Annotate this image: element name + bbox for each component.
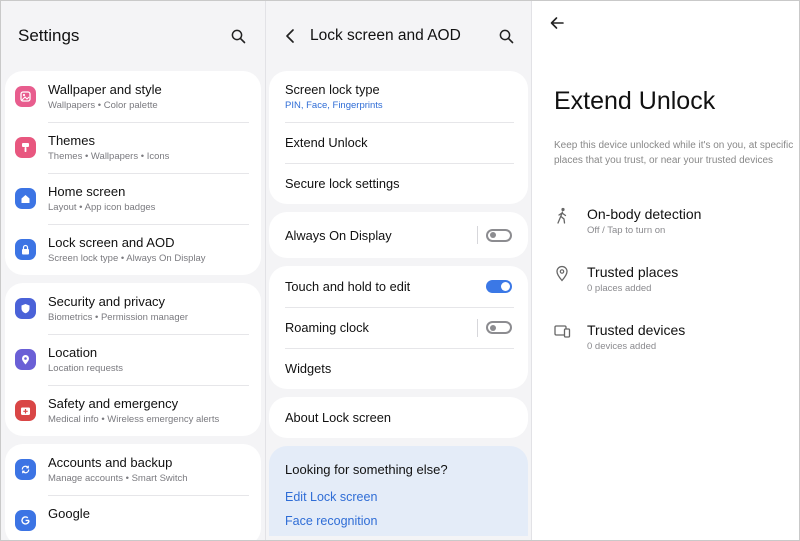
settings-header: Settings bbox=[1, 1, 265, 71]
shield-icon bbox=[15, 298, 36, 319]
settings-item-google[interactable]: Google bbox=[5, 495, 261, 540]
option-title: Trusted places bbox=[587, 264, 679, 280]
customization-card: Touch and hold to edit Roaming clock Wid… bbox=[269, 266, 528, 389]
settings-item-title: Accounts and backup bbox=[48, 455, 173, 470]
settings-item-lock-screen-and-aod[interactable]: Lock screen and AOD Screen lock type • Al… bbox=[5, 224, 261, 275]
row-title: Screen lock type bbox=[285, 82, 380, 97]
lock-screen-panel: Lock screen and AOD Screen lock type PIN… bbox=[266, 1, 532, 540]
aod-card: Always On Display bbox=[269, 212, 528, 258]
location-pin-icon bbox=[552, 263, 572, 294]
settings-item-title: Home screen bbox=[48, 184, 126, 199]
trusted-devices-option[interactable]: Trusted devices 0 devices added bbox=[552, 321, 685, 352]
always-on-display-toggle[interactable] bbox=[486, 228, 512, 242]
sync-icon bbox=[15, 459, 36, 480]
settings-group: Security and privacy Biometrics • Permiss… bbox=[5, 283, 261, 436]
emergency-icon bbox=[15, 400, 36, 421]
location-pin-icon bbox=[15, 349, 36, 370]
row-title: Roaming clock bbox=[285, 320, 369, 335]
row-title: Secure lock settings bbox=[285, 176, 400, 191]
settings-item-title: Themes bbox=[48, 133, 95, 148]
settings-item-subtitle: Location requests bbox=[48, 363, 123, 374]
option-title: Trusted devices bbox=[587, 322, 686, 338]
looking-title: Looking for something else? bbox=[285, 462, 448, 477]
lock-icon bbox=[15, 239, 36, 260]
roaming-clock-toggle[interactable] bbox=[486, 321, 512, 334]
screenshot-frame: Settings Wallpaper and style Wallpapers •… bbox=[0, 0, 800, 541]
edit-lock-screen-link[interactable]: Edit Lock screen bbox=[285, 490, 512, 504]
settings-item-subtitle: Layout • App icon badges bbox=[48, 202, 156, 213]
description: Keep this device unlocked while it's on … bbox=[554, 140, 794, 166]
walking-person-icon bbox=[552, 205, 572, 236]
page-title: Lock screen and AOD bbox=[310, 27, 461, 44]
devices-icon bbox=[552, 321, 572, 352]
settings-item-title: Google bbox=[48, 506, 90, 521]
trusted-places-option[interactable]: Trusted places 0 places added bbox=[552, 263, 678, 294]
back-arrow-icon[interactable] bbox=[547, 13, 567, 33]
settings-item-title: Wallpaper and style bbox=[48, 82, 162, 97]
row-title: Always On Display bbox=[285, 227, 392, 243]
search-icon[interactable] bbox=[228, 26, 248, 46]
wallpaper-icon bbox=[15, 86, 36, 107]
divider bbox=[477, 318, 478, 337]
settings-item-title: Location bbox=[48, 345, 98, 360]
face-recognition-link[interactable]: Face recognition bbox=[285, 514, 512, 528]
row-title: About Lock screen bbox=[285, 410, 391, 425]
settings-item-themes[interactable]: Themes Themes • Wallpapers • Icons bbox=[5, 122, 261, 173]
settings-item-title: Security and privacy bbox=[48, 294, 166, 309]
settings-item-accounts-and-backup[interactable]: Accounts and backup Manage accounts • Sma… bbox=[5, 444, 261, 495]
option-subtitle: Off / Tap to turn on bbox=[587, 225, 666, 236]
settings-group: Wallpaper and style Wallpapers • Color pa… bbox=[5, 71, 261, 275]
settings-item-subtitle: Wallpapers • Color palette bbox=[48, 100, 158, 111]
settings-panel: Settings Wallpaper and style Wallpapers •… bbox=[1, 1, 266, 540]
settings-item-subtitle: Biometrics • Permission manager bbox=[48, 312, 189, 323]
touch-and-hold-toggle[interactable] bbox=[486, 280, 512, 293]
row-subtitle: PIN, Face, Fingerprints bbox=[285, 100, 383, 111]
themes-icon bbox=[15, 137, 36, 158]
option-subtitle: 0 devices added bbox=[587, 341, 657, 352]
lock-screen-header: Lock screen and AOD bbox=[266, 1, 531, 71]
extend-unlock-row[interactable]: Extend Unlock bbox=[269, 122, 528, 163]
option-title: On-body detection bbox=[587, 206, 702, 222]
divider bbox=[477, 226, 478, 244]
page-title: Settings bbox=[18, 26, 80, 45]
always-on-display-row[interactable]: Always On Display bbox=[269, 212, 528, 258]
settings-item-location[interactable]: Location Location requests bbox=[5, 334, 261, 385]
about-card: About Lock screen bbox=[269, 397, 528, 438]
settings-group: Accounts and backup Manage accounts • Sma… bbox=[5, 444, 261, 540]
about-lock-screen-row[interactable]: About Lock screen bbox=[269, 397, 528, 438]
lock-settings-card: Screen lock type PIN, Face, Fingerprints… bbox=[269, 71, 528, 204]
settings-item-wallpaper-and-style[interactable]: Wallpaper and style Wallpapers • Color pa… bbox=[5, 71, 261, 122]
settings-item-subtitle: Manage accounts • Smart Switch bbox=[48, 473, 188, 484]
secure-lock-settings-row[interactable]: Secure lock settings bbox=[269, 163, 528, 204]
settings-item-home-screen[interactable]: Home screen Layout • App icon badges bbox=[5, 173, 261, 224]
screen-lock-type-row[interactable]: Screen lock type PIN, Face, Fingerprints bbox=[269, 71, 528, 122]
option-subtitle: 0 places added bbox=[587, 283, 652, 294]
google-icon bbox=[15, 510, 36, 531]
settings-item-security-and-privacy[interactable]: Security and privacy Biometrics • Permiss… bbox=[5, 283, 261, 334]
settings-item-title: Safety and emergency bbox=[48, 396, 179, 411]
page-title: Extend Unlock bbox=[554, 87, 716, 115]
roaming-clock-row[interactable]: Roaming clock bbox=[269, 307, 528, 348]
settings-item-title: Lock screen and AOD bbox=[48, 235, 175, 250]
settings-item-subtitle: Medical info • Wireless emergency alerts bbox=[48, 414, 220, 425]
search-icon[interactable] bbox=[496, 26, 516, 46]
settings-item-safety-and-emergency[interactable]: Safety and emergency Medical info • Wirel… bbox=[5, 385, 261, 436]
looking-for-something-else-card: Looking for something else? Edit Lock sc… bbox=[269, 446, 528, 536]
widgets-row[interactable]: Widgets bbox=[269, 348, 528, 389]
row-title: Widgets bbox=[285, 361, 332, 376]
row-title: Extend Unlock bbox=[285, 135, 368, 150]
touch-and-hold-row[interactable]: Touch and hold to edit bbox=[269, 266, 528, 307]
settings-item-subtitle: Screen lock type • Always On Display bbox=[48, 253, 206, 264]
settings-item-subtitle: Themes • Wallpapers • Icons bbox=[48, 151, 170, 162]
back-chevron-icon[interactable] bbox=[280, 26, 300, 46]
home-icon bbox=[15, 188, 36, 209]
row-title: Touch and hold to edit bbox=[285, 279, 411, 294]
extend-unlock-panel: Extend Unlock Keep this device unlocked … bbox=[532, 1, 799, 540]
on-body-detection-option[interactable]: On-body detection Off / Tap to turn on bbox=[552, 205, 701, 236]
